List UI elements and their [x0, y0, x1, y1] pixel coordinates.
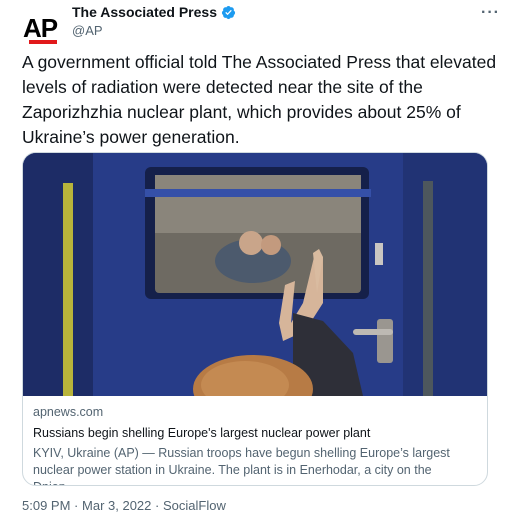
author-display-name[interactable]: The Associated Press	[72, 4, 217, 20]
author-handle[interactable]: @AP	[72, 23, 236, 38]
tweet-source[interactable]: SocialFlow	[163, 498, 226, 513]
card-image[interactable]	[23, 153, 487, 396]
name-row: The Associated Press	[72, 4, 236, 20]
card-domain: apnews.com	[33, 405, 104, 419]
tweet-header: The Associated Press @AP	[72, 4, 236, 38]
ap-logo: AP	[22, 12, 58, 44]
more-options-icon[interactable]: ···	[481, 4, 500, 22]
verified-badge-icon	[221, 5, 236, 19]
card-description: KYIV, Ukraine (AP) — Russian troops have…	[33, 446, 450, 485]
ap-logo-text: AP	[22, 12, 58, 43]
tweet-date[interactable]: Mar 3, 2022	[82, 498, 151, 513]
tweet: AP The Associated Press @AP ··· A govern…	[0, 0, 520, 520]
link-card[interactable]: apnews.com Russians begin shelling Europ…	[22, 152, 488, 486]
card-body: apnews.com Russians begin shelling Europ…	[33, 405, 479, 485]
author-avatar[interactable]: AP	[16, 4, 64, 52]
card-title[interactable]: Russians begin shelling Europe's largest…	[33, 426, 479, 440]
meta-separator: ·	[74, 498, 79, 513]
tweet-text: A government official told The Associate…	[22, 52, 497, 147]
tweet-meta: 5:09 PM · Mar 3, 2022 · SocialFlow	[22, 498, 226, 513]
ap-logo-bar	[28, 39, 57, 44]
meta-separator: ·	[155, 498, 160, 513]
tweet-time[interactable]: 5:09 PM	[22, 498, 70, 513]
